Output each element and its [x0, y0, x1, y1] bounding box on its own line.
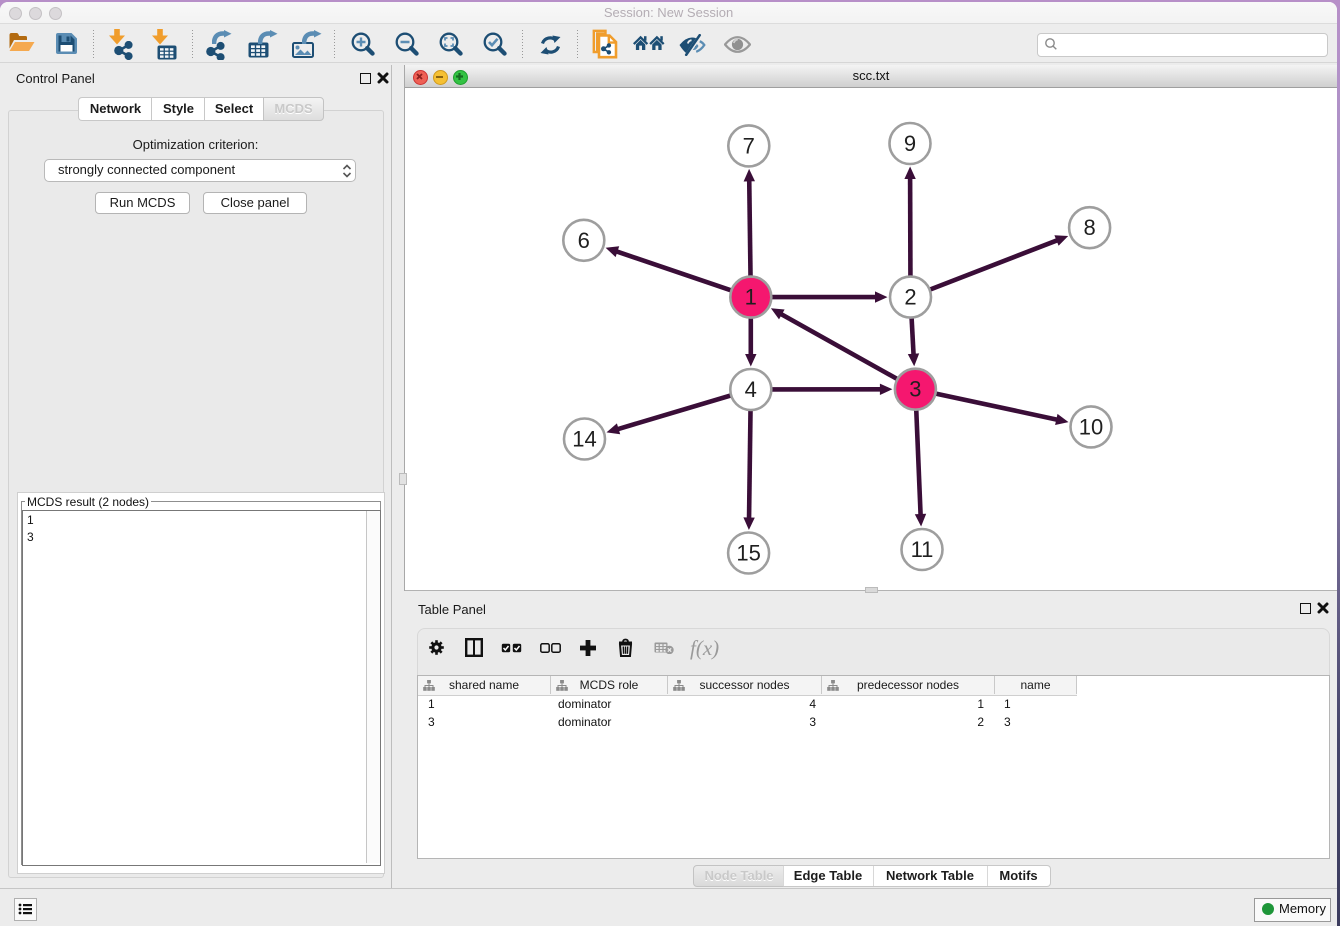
svg-text:7: 7 [743, 133, 755, 158]
svg-text:8: 8 [1083, 215, 1095, 240]
svg-text:11: 11 [911, 537, 934, 562]
svg-text:15: 15 [736, 541, 760, 566]
svg-text:14: 14 [572, 427, 596, 452]
svg-text:1: 1 [745, 285, 757, 310]
svg-text:6: 6 [578, 228, 590, 253]
svg-text:9: 9 [904, 131, 916, 156]
svg-text:4: 4 [745, 377, 757, 402]
svg-text:3: 3 [909, 377, 921, 402]
svg-text:2: 2 [904, 285, 916, 310]
svg-text:10: 10 [1079, 414, 1103, 439]
